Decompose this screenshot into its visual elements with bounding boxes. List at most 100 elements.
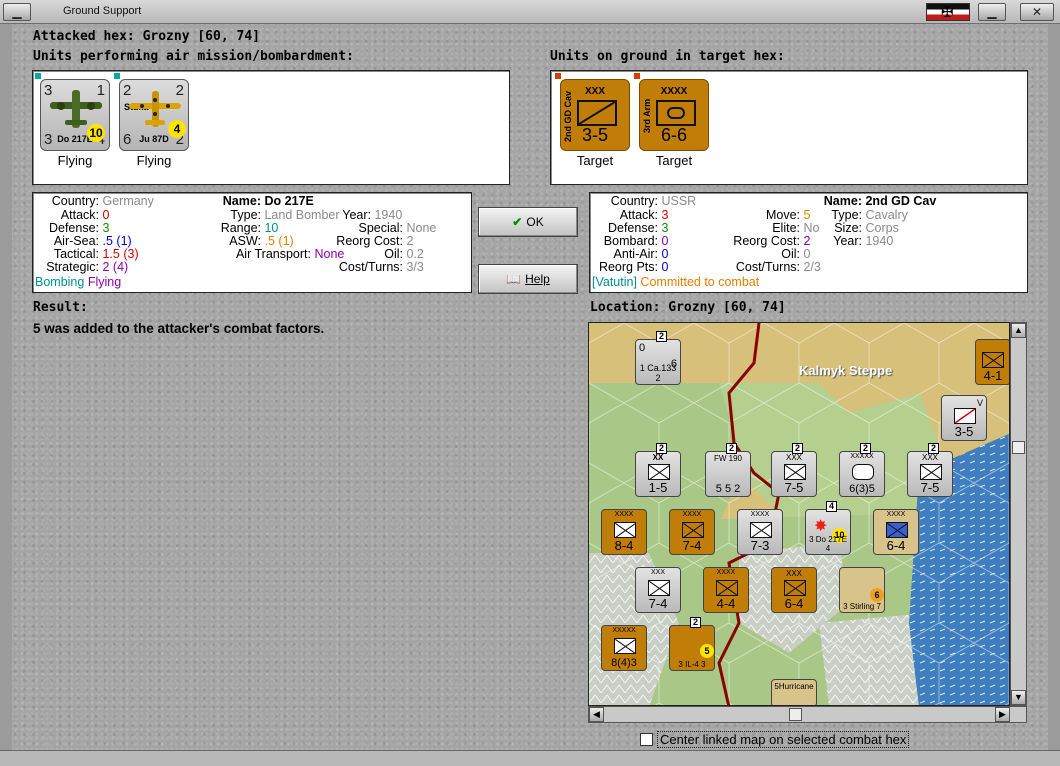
field-label: Year:: [833, 234, 862, 248]
ground-unit-2nd-gd-cav[interactable]: 2nd GD Cav XXX 3-5 Target: [555, 73, 631, 168]
map-unit-hurricane[interactable]: 5Hurricane: [771, 679, 817, 705]
cavalry-symbol-icon: [954, 408, 976, 424]
strength-badge: 6: [870, 588, 884, 602]
field-label: Cost/Turns:: [735, 260, 800, 274]
unit-counter[interactable]: 3rd Arm XXXX 6-6: [634, 73, 709, 151]
map-unit-corner-41[interactable]: 4-1: [975, 339, 1009, 385]
country-value: USSR: [661, 194, 697, 208]
stack-count: 2: [690, 617, 701, 628]
unit-status-label: Flying: [136, 153, 172, 168]
ground-units-heading: Units on ground in target hex:: [550, 49, 785, 64]
defense-value: 3: [102, 221, 110, 235]
echelon-label: XXXX: [660, 86, 688, 97]
center-map-label[interactable]: Center linked map on selected combat hex: [657, 731, 910, 748]
map-unit-u-64a[interactable]: XXXX 6-4: [873, 509, 919, 555]
left-window-edge[interactable]: [0, 24, 12, 750]
combat-values: 3 Do 217E 4: [809, 535, 847, 553]
year-value: 1940: [374, 208, 403, 222]
combat-values: 8-4: [614, 538, 634, 553]
map-unit-vlasov[interactable]: V 3-5: [941, 395, 987, 441]
year-value: 1940: [865, 234, 894, 248]
title-bar: ▁ Ground Support ▁ ✕: [0, 0, 1060, 24]
cost-value: 2/3: [803, 260, 821, 274]
result-heading: Result:: [33, 300, 88, 315]
field-label: Reorg Pts:: [598, 260, 658, 274]
scroll-right-icon[interactable]: ▶: [995, 707, 1010, 722]
close-button[interactable]: ✕: [1020, 3, 1054, 21]
country-value: Germany: [102, 194, 154, 208]
map-unit-u-15[interactable]: 2 XX 1-5: [635, 443, 681, 497]
map-unit-stirling[interactable]: 6 3 Stirling 7: [839, 567, 885, 613]
combat-values: 3 Stirling 7: [843, 602, 881, 611]
map-unit-fw190[interactable]: 2 FW 190 5 5 2: [705, 443, 751, 497]
map-unit-u-74b[interactable]: XXX 7-4: [635, 567, 681, 613]
map-unit-u-74a[interactable]: XXXX 7-4: [669, 509, 715, 555]
window-menu-icon[interactable]: ▁: [3, 3, 31, 21]
combat-values: 7-5: [784, 480, 804, 495]
attack-value: 0: [102, 208, 110, 222]
tactical-value: 1.5: [102, 247, 120, 261]
attacker-info-panel: Country: Germany Attack: 0 Defense: 3 Ai…: [32, 192, 472, 293]
air-unit-ju87d[interactable]: 2 2 Stuka 6 2 Ju 87D 4 Flying: [114, 73, 190, 168]
ground-unit-3rd-arm[interactable]: 3rd Arm XXXX 6-6 Target: [634, 73, 710, 168]
map-unit-u-44[interactable]: XXXX 4-4: [703, 567, 749, 613]
unit-counter[interactable]: 2 2 Stuka 6 2 Ju 87D 4: [114, 73, 189, 151]
vertical-scroll-thumb[interactable]: [1012, 441, 1025, 454]
map-unit-il4[interactable]: 2 5 3 IL-4 3: [669, 617, 715, 671]
special-value: None: [406, 221, 437, 235]
result-text: 5 was added to the attacker's combat fac…: [33, 321, 325, 336]
infantry-symbol-icon: [614, 638, 636, 654]
location-map[interactable]: Kalmyk Steppe 2 0 6 1 Ca.133 2 4-1 V 3-5…: [588, 322, 1010, 706]
combat-values: 6-6: [660, 125, 687, 145]
armor-symbol-icon: [852, 464, 874, 480]
minimize-button[interactable]: ▁: [978, 3, 1006, 21]
combat-values: 4-1: [983, 368, 1003, 383]
horizontal-scroll-thumb[interactable]: [789, 708, 802, 721]
map-unit-u-843[interactable]: XXXXX 8(4)3: [601, 625, 647, 671]
map-unit-u-64b[interactable]: XXX 6-4: [771, 567, 817, 613]
map-unit-u-75a[interactable]: 2 XXX 7-5: [771, 443, 817, 497]
map-unit-u-75b[interactable]: 2 XXX 7-5: [907, 443, 953, 497]
map-vertical-scrollbar[interactable]: ▲ ▼: [1010, 322, 1027, 706]
field-label: Name:: [823, 194, 862, 208]
unit-type-label: FW 190: [713, 454, 742, 463]
center-map-option[interactable]: Center linked map on selected combat hex: [640, 731, 910, 748]
scroll-down-icon[interactable]: ▼: [1011, 690, 1026, 705]
antiair-value: 0: [661, 247, 669, 261]
reorg-pts-value: 0: [661, 260, 669, 274]
unit-counter[interactable]: 2nd GD Cav XXX 3-5: [555, 73, 630, 151]
air-unit-do217e[interactable]: 3 1 3 4 Do 217E 10 Flying: [35, 73, 111, 168]
combat-values: 8(4)3: [611, 657, 637, 669]
map-unit-do217-attacking[interactable]: 4 10 ✸ 3 Do 217E 4: [805, 501, 851, 555]
echelon-label: XXX: [785, 453, 802, 462]
scroll-left-icon[interactable]: ◀: [589, 707, 604, 722]
airsea-max: (1): [116, 234, 132, 248]
oil-value: 0: [803, 247, 811, 261]
commander-value: [Vatutin]: [592, 275, 637, 289]
scroll-up-icon[interactable]: ▲: [1011, 323, 1026, 338]
echelon-label: XXX: [921, 453, 938, 462]
unit-counter[interactable]: 3 1 3 4 Do 217E 10: [35, 73, 110, 151]
field-label: Name:: [222, 194, 261, 208]
right-window-edge[interactable]: [1048, 24, 1060, 750]
map-horizontal-scrollbar[interactable]: ◀ ▶: [588, 706, 1027, 723]
infantry-symbol-icon: [784, 464, 806, 480]
status-pip-icon: [555, 73, 561, 79]
status-pip-icon: [35, 73, 41, 79]
echelon-label: XXXXX: [612, 627, 636, 634]
map-unit-u-635[interactable]: 2 XXXXX 6(3)5: [839, 443, 885, 497]
oil-value: 0.2: [406, 247, 424, 261]
map-unit-u-84[interactable]: XXXX 8-4: [601, 509, 647, 555]
echelon-label: XXX: [785, 569, 802, 578]
map-unit-u-73[interactable]: XXXX 7-3: [737, 509, 783, 555]
window-status-bar: [0, 750, 1060, 766]
map-unit-air-ca133[interactable]: 2 0 6 1 Ca.133 2: [635, 331, 681, 385]
ground-support-window: { "window": { "title": "Ground Support",…: [0, 0, 1060, 766]
attacked-hex-heading: Attacked hex: Grozny [60, 74]: [33, 29, 260, 44]
center-map-checkbox[interactable]: [640, 733, 653, 746]
ok-button[interactable]: ✔ OK: [478, 207, 578, 237]
help-button[interactable]: 📖 Help: [478, 264, 578, 294]
field-label: Air Transport:: [235, 247, 311, 261]
combat-values: 7-4: [648, 596, 668, 611]
combat-values: 3 IL-4 3: [678, 660, 706, 669]
